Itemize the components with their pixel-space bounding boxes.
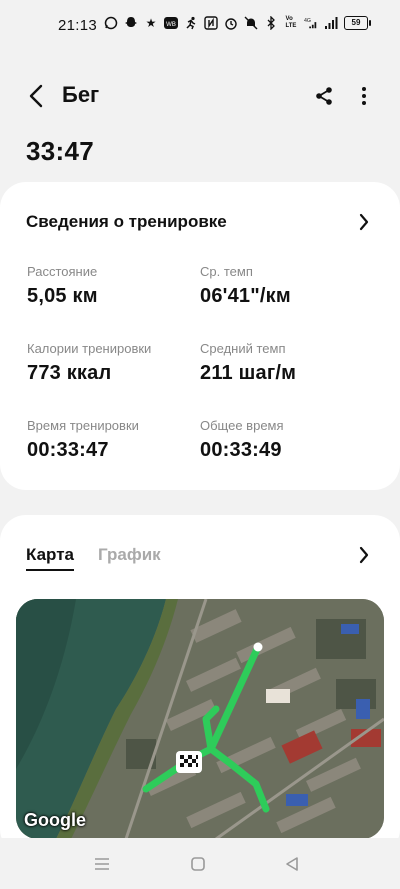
workout-duration: 33:47: [26, 136, 94, 166]
home-button[interactable]: [186, 852, 210, 876]
status-bar: 21:13 ★ WB Vo LTE 4G 59: [0, 0, 400, 52]
menu-icon: [95, 858, 109, 870]
metric-value: 211 шаг/м: [200, 362, 297, 384]
notification-icons: ★ WB: [104, 16, 198, 30]
chevron-right-icon: [359, 546, 369, 564]
signal-icon: [324, 16, 338, 30]
svg-text:WB: WB: [166, 22, 176, 28]
status-time: 21:13: [58, 17, 98, 34]
more-options-button[interactable]: [350, 82, 378, 110]
system-icons: Vo LTE 4G 59: [204, 16, 371, 30]
share-button[interactable]: [310, 82, 338, 110]
metric-value: 06'41"/км: [200, 285, 291, 307]
metric-value: 00:33:47: [27, 439, 109, 461]
map-tabs: Карта График: [26, 545, 161, 571]
metric-label: Средний темп: [200, 341, 286, 356]
metric-value: 5,05 км: [27, 285, 98, 307]
metric-cadence: Средний темп 211 шаг/м: [200, 341, 370, 385]
share-icon: [316, 87, 332, 105]
google-attribution: Google: [24, 810, 86, 830]
chevron-right-icon: [359, 213, 369, 231]
metric-label: Калории тренировки: [27, 341, 152, 356]
metric-distance: Расстояние 5,05 км: [27, 264, 197, 308]
workout-info-chevron[interactable]: [356, 212, 372, 232]
running-icon: [184, 16, 198, 30]
snapchat-icon: [124, 16, 138, 30]
signal-4g-icon: 4G: [304, 16, 318, 30]
back-nav-button[interactable]: [280, 852, 304, 876]
map-chevron[interactable]: [356, 545, 372, 565]
metric-calories: Калории тренировки 773 ккал: [27, 341, 197, 385]
nfc-icon: [204, 16, 218, 30]
metric-workout-time: Время тренировки 00:33:47: [27, 418, 197, 462]
workout-info-title: Сведения о тренировке: [26, 212, 227, 231]
tab-chart[interactable]: График: [98, 545, 161, 571]
route-start-marker: [253, 642, 263, 652]
metric-value: 773 ккал: [27, 362, 112, 384]
metric-value: 00:33:49: [200, 439, 282, 461]
battery-icon: 59: [344, 16, 371, 30]
metric-avg-pace: Ср. темп 06'41"/км: [200, 264, 370, 308]
back-button[interactable]: [22, 80, 50, 112]
metric-total-time: Общее время 00:33:49: [200, 418, 370, 462]
tab-map[interactable]: Карта: [26, 545, 74, 571]
metric-label: Время тренировки: [27, 418, 139, 433]
map-card: Карта График Google: [0, 515, 400, 855]
metric-label: Расстояние: [27, 264, 98, 279]
route-map[interactable]: Google: [16, 599, 384, 839]
square-icon: [191, 857, 205, 871]
recent-apps-button[interactable]: [90, 852, 114, 876]
app-bar: Бег: [0, 76, 400, 116]
finish-flag-icon: [176, 751, 202, 773]
workout-info-card[interactable]: Сведения о тренировке Расстояние 5,05 км…: [0, 182, 400, 490]
metric-label: Общее время: [200, 418, 284, 433]
page-title: Бег: [62, 82, 100, 107]
star-icon: ★: [145, 16, 157, 30]
system-nav-bar: [0, 838, 400, 889]
bluetooth-icon: [264, 16, 278, 30]
triangle-back-icon: [286, 857, 298, 871]
volte-icon: Vo LTE: [285, 16, 297, 29]
alarm-icon: [224, 16, 238, 30]
more-vertical-icon: [362, 87, 366, 105]
satellite-map: [16, 599, 384, 839]
metric-label: Ср. темп: [200, 264, 253, 279]
svg-text:4G: 4G: [304, 18, 311, 24]
whatsapp-icon: [104, 16, 118, 30]
wb-icon: WB: [164, 16, 178, 30]
mute-icon: [244, 16, 258, 30]
chevron-left-icon: [29, 84, 43, 108]
